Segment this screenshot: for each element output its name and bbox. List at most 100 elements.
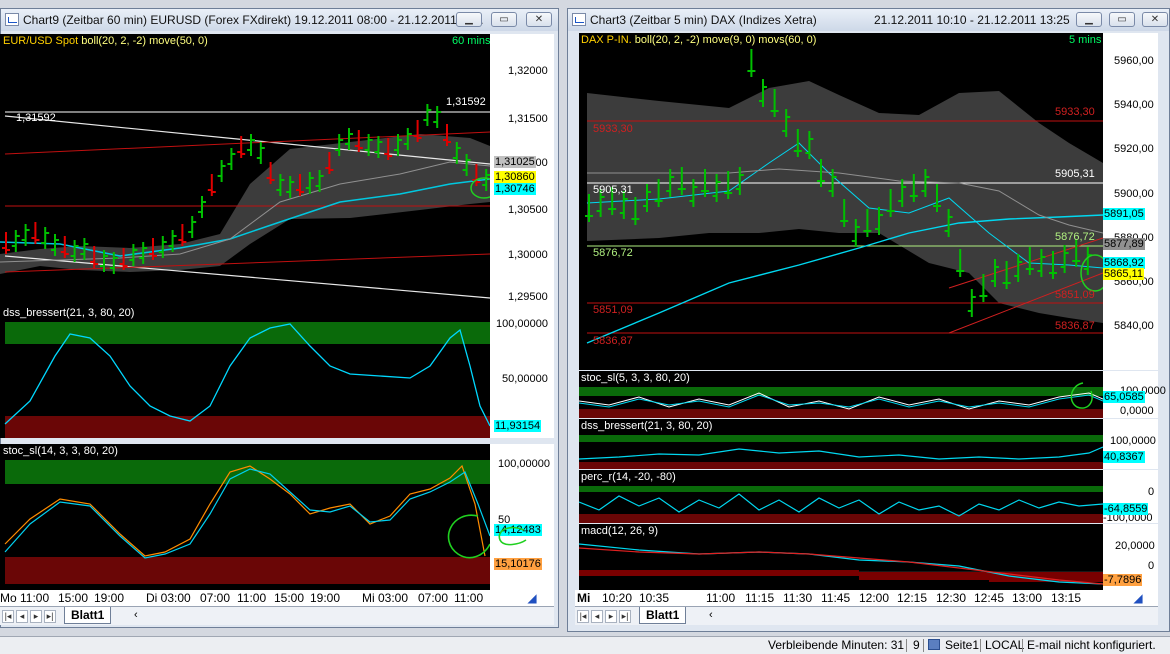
level-label: 5836,87 bbox=[1055, 319, 1095, 334]
macd-header: macd(12, 26, 9) bbox=[581, 524, 658, 539]
left-sheet-tabs: |◂ ◂ ▸ ▸| Blatt1 ‹ bbox=[0, 606, 554, 625]
level-label: 5905,31 bbox=[593, 183, 633, 198]
right-stoc-panel[interactable]: stoc_sl(5, 3, 3, 80, 20) bbox=[579, 371, 1103, 418]
x-tick: 12:45 bbox=[974, 591, 1004, 605]
y-tick: 0 bbox=[1148, 486, 1154, 498]
left-price-axis[interactable]: 1,32000 1,31500 1,31000 1,30500 1,30000 … bbox=[490, 34, 554, 306]
close-button[interactable]: ✕ bbox=[526, 12, 552, 27]
maximize-button[interactable]: ▭ bbox=[1109, 12, 1135, 27]
perc-value-tag: -64,8559 bbox=[1103, 503, 1148, 515]
x-tick: 11:00 bbox=[706, 591, 735, 605]
y-tick: 5960,00 bbox=[1114, 55, 1154, 67]
scroll-left-arrow[interactable]: ‹ bbox=[134, 609, 138, 621]
scroll-corner-button[interactable]: ◢ bbox=[510, 590, 554, 606]
x-tick: 12:00 bbox=[859, 591, 889, 605]
perc-header: perc_r(14, -20, -80) bbox=[581, 470, 676, 485]
right-dss-axis[interactable]: 100,0000 40,8367 bbox=[1103, 419, 1158, 469]
left-price-chart bbox=[0, 34, 490, 306]
minimize-button[interactable]: ▁ bbox=[456, 12, 482, 27]
x-tick: Mi 03:00 bbox=[362, 591, 408, 605]
right-sheet-tabs: |◂ ◂ ▸ ▸| Blatt1 ‹ bbox=[575, 606, 1158, 625]
indicator-label: boll(20, 2, -2) move(50, 0) bbox=[81, 35, 208, 47]
remaining-minutes: Verbleibende Minuten: 31 bbox=[768, 637, 904, 654]
y-tick: 5920,00 bbox=[1114, 143, 1154, 155]
right-macd-axis[interactable]: 20,0000 0 -7,7896 bbox=[1103, 524, 1158, 590]
right-dss-panel[interactable]: dss_bressert(21, 3, 80, 20) bbox=[579, 419, 1103, 469]
minimize-button[interactable]: ▁ bbox=[1076, 12, 1102, 27]
chart-window-icon bbox=[572, 13, 586, 26]
right-price-panel[interactable]: DAX P-IN. boll(20, 2, -2) move(9, 0) mov… bbox=[579, 33, 1103, 370]
first-sheet-button[interactable]: |◂ bbox=[577, 610, 589, 623]
left-window-titlebar[interactable]: Chart9 (Zeitbar 60 min) EURUSD (Forex FX… bbox=[1, 9, 558, 31]
overbought-zone bbox=[579, 387, 1103, 396]
right-macd-panel[interactable]: macd(12, 26, 9) bbox=[579, 524, 1103, 590]
right-window-title: Chart3 (Zeitbar 5 min) DAX (Indizes Xetr… bbox=[590, 13, 817, 27]
prev-sheet-button[interactable]: ◂ bbox=[591, 610, 603, 623]
y-tick: 20,0000 bbox=[1115, 540, 1155, 552]
left-price-panel[interactable]: EUR/USD Spot boll(20, 2, -2) move(50, 0)… bbox=[0, 34, 490, 306]
symbol-label: DAX P-IN. bbox=[581, 34, 632, 46]
sheet-tab-blatt1[interactable]: Blatt1 bbox=[64, 607, 111, 624]
y-tick: 1,30000 bbox=[508, 249, 548, 261]
right-window-titlebar[interactable]: Chart3 (Zeitbar 5 min) DAX (Indizes Xetr… bbox=[568, 9, 1169, 31]
price-tag-cyan: 5891,05 bbox=[1103, 208, 1145, 220]
scroll-left-arrow[interactable]: ‹ bbox=[709, 609, 713, 621]
x-tick: 13:15 bbox=[1051, 591, 1081, 605]
level-label-right: 1,31592 bbox=[446, 95, 486, 110]
x-tick: 11:00 bbox=[237, 591, 266, 605]
prev-sheet-button[interactable]: ◂ bbox=[16, 610, 28, 623]
y-tick: 1,30500 bbox=[508, 204, 548, 216]
status-count: 9 bbox=[913, 637, 920, 654]
price-tag-yellow: 1,30860 bbox=[494, 171, 536, 183]
x-tick: Di 03:00 bbox=[146, 591, 191, 605]
overbought-zone bbox=[5, 460, 490, 484]
perc-line bbox=[579, 494, 1103, 516]
x-tick: 19:00 bbox=[310, 591, 340, 605]
right-price-chart bbox=[579, 33, 1103, 370]
right-price-axis[interactable]: 5960,00 5940,00 5920,00 5900,00 5880,00 … bbox=[1103, 33, 1158, 370]
level-label: 5851,09 bbox=[1055, 288, 1095, 303]
page-indicator: Seite1 bbox=[945, 637, 979, 654]
y-tick: 100,00000 bbox=[496, 318, 548, 330]
sheet-tab-blatt1[interactable]: Blatt1 bbox=[639, 607, 686, 624]
level-label: 5836,87 bbox=[593, 334, 633, 349]
left-stoc-axis[interactable]: 100,00000 50 14,12483 15,10176 bbox=[490, 444, 554, 590]
y-tick: 1,32000 bbox=[508, 65, 548, 77]
stoc-header: stoc_sl(5, 3, 3, 80, 20) bbox=[581, 371, 690, 386]
price-tag-gray: 5877,89 bbox=[1103, 238, 1145, 250]
first-sheet-button[interactable]: |◂ bbox=[2, 610, 14, 623]
y-tick: 1,29500 bbox=[508, 291, 548, 303]
trendline-lower bbox=[5, 256, 490, 298]
last-sheet-button[interactable]: ▸| bbox=[619, 610, 631, 623]
x-tick: 12:15 bbox=[897, 591, 927, 605]
maximize-button[interactable]: ▭ bbox=[491, 12, 517, 27]
next-sheet-button[interactable]: ▸ bbox=[605, 610, 617, 623]
scroll-corner-button[interactable]: ◢ bbox=[1118, 590, 1158, 606]
last-sheet-button[interactable]: ▸| bbox=[44, 610, 56, 623]
email-status: E-mail nicht konfiguriert. bbox=[1027, 637, 1156, 654]
left-dss-axis[interactable]: 100,00000 50,00000 11,93154 bbox=[490, 306, 554, 438]
level-label: 5933,30 bbox=[593, 122, 633, 137]
right-perc-panel[interactable]: perc_r(14, -20, -80) bbox=[579, 470, 1103, 523]
left-price-header: EUR/USD Spot boll(20, 2, -2) move(50, 0) bbox=[3, 34, 208, 49]
x-tick: 15:00 bbox=[274, 591, 304, 605]
level-label: 5876,72 bbox=[1055, 230, 1095, 245]
stoc-value-tag: 65,0585 bbox=[1103, 391, 1145, 403]
right-perc-axis[interactable]: 0 -100,0000 -64,8559 bbox=[1103, 470, 1158, 523]
y-tick: 0,0000 bbox=[1120, 405, 1154, 417]
oversold-zone bbox=[5, 416, 490, 438]
close-button[interactable]: ✕ bbox=[1142, 12, 1168, 27]
annotation-scribble bbox=[449, 515, 490, 557]
x-tick: 11:15 bbox=[745, 591, 774, 605]
dss-header: dss_bressert(21, 3, 80, 20) bbox=[581, 419, 712, 434]
left-stoc-panel[interactable]: stoc_sl(14, 3, 3, 80, 20) bbox=[0, 444, 490, 590]
left-dss-panel[interactable]: dss_bressert(21, 3, 80, 20) bbox=[0, 306, 490, 438]
oversold-zone bbox=[579, 462, 1103, 469]
price-tag-gray: 1,31025 bbox=[494, 156, 536, 168]
dss-chart bbox=[0, 306, 490, 438]
right-stoc-axis[interactable]: 100,0000 0,0000 65,0585 bbox=[1103, 371, 1158, 418]
macd-line bbox=[579, 544, 1103, 584]
next-sheet-button[interactable]: ▸ bbox=[30, 610, 42, 623]
y-tick: 0 bbox=[1148, 560, 1154, 572]
dss-value-tag: 40,8367 bbox=[1103, 451, 1145, 463]
